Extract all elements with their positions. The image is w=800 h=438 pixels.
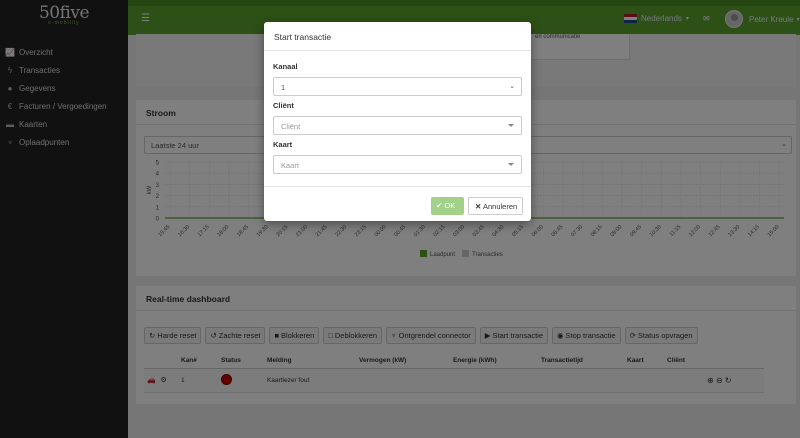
client-placeholder: Cliënt	[281, 122, 301, 131]
modal-title: Start transactie	[264, 22, 531, 51]
modal-footer: ✔ OK ✕ Annuleren	[264, 186, 531, 221]
start-transaction-modal: Start transactie Kanaal 1 ⌄ Cliënt Cliën…	[264, 22, 531, 221]
kanaal-label: Kanaal	[273, 62, 298, 71]
client-label: Cliënt	[273, 101, 294, 110]
ok-label: OK	[444, 201, 456, 210]
caret-down-icon	[508, 124, 514, 127]
chevron-down-icon: ⌄	[509, 83, 515, 90]
app-root: 50five e-mobility 📈 Overzicht ϟ Transact…	[0, 0, 800, 438]
caret-down-icon	[508, 163, 514, 166]
kaart-placeholder: Kaart	[281, 161, 299, 170]
kanaal-select[interactable]: 1 ⌄	[273, 77, 522, 96]
cancel-label: Annuleren	[482, 202, 518, 211]
ok-button[interactable]: ✔ OK	[431, 197, 464, 215]
close-icon: ✕	[475, 202, 482, 211]
cancel-button[interactable]: ✕ Annuleren	[468, 197, 523, 215]
check-icon: ✔	[436, 201, 443, 210]
client-select[interactable]: Cliënt	[273, 116, 522, 135]
kaart-select[interactable]: Kaart	[273, 155, 522, 174]
kaart-label: Kaart	[273, 140, 293, 149]
kanaal-value: 1	[281, 83, 286, 92]
